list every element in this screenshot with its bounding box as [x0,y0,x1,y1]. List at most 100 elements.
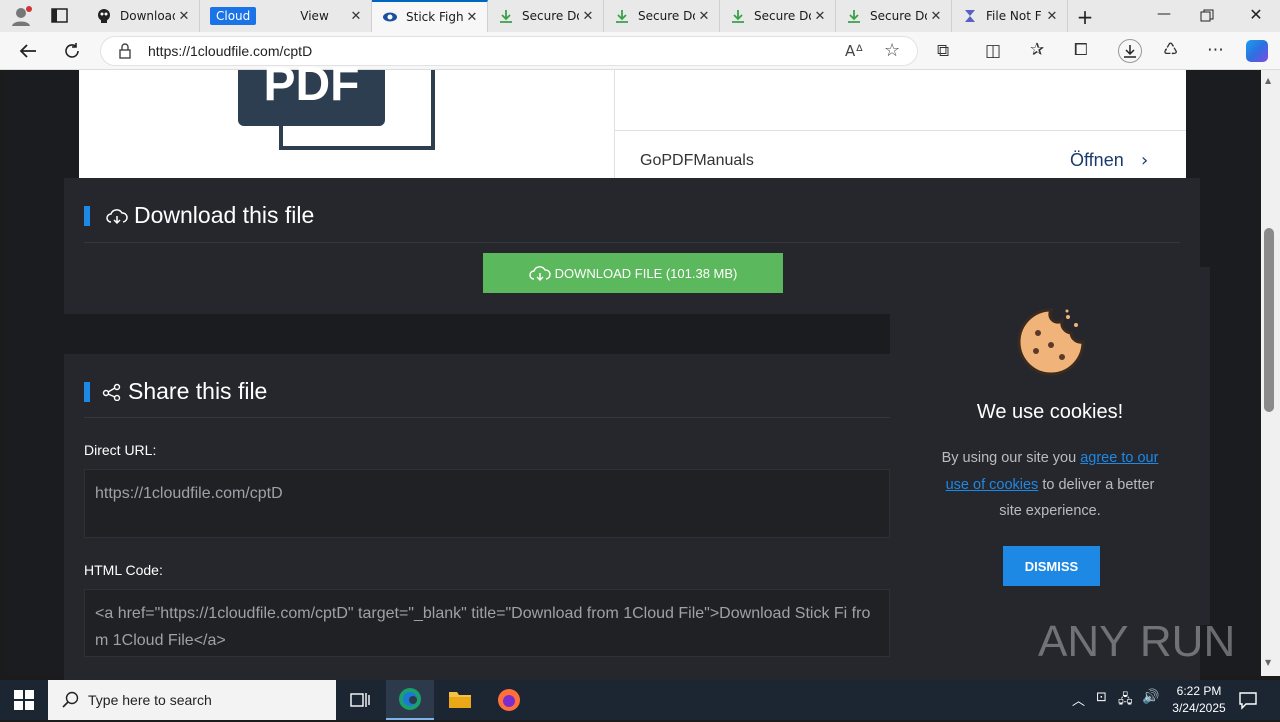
read-aloud-icon[interactable]: Aᐞ [845,42,863,60]
chevron-up-icon[interactable]: ︿ [1072,690,1085,709]
cloud-download-icon [106,208,128,224]
taskbar-search[interactable]: Type here to search [48,680,336,720]
ad-banner[interactable]: PDF GoPDFManuals Öffnen › [79,61,1186,178]
close-window-icon[interactable]: ✕ [1246,5,1266,25]
lock-icon[interactable] [118,43,132,59]
tab-title: Secure Do [522,9,579,23]
restore-icon[interactable] [1200,8,1220,28]
anyrun-watermark: ANY RUN [1038,617,1236,666]
dismiss-button[interactable]: DISMISS [1003,546,1100,586]
new-tab-icon[interactable]: + [1074,5,1096,29]
cookie-icon [1016,307,1086,377]
tab-title: Download [120,9,175,23]
file-explorer-icon[interactable] [448,689,472,709]
cookie-consent-popup: We use cookies! By using our site you ag… [890,267,1210,625]
ad-divider [614,70,615,178]
downloads-icon[interactable] [1118,39,1142,63]
search-icon [62,691,79,708]
ad-divider [615,130,1186,131]
search-placeholder: Type here to search [88,692,212,708]
tab-title: File Not F [986,9,1042,23]
refresh-icon[interactable] [58,38,86,64]
minimize-icon[interactable]: — [1154,6,1174,26]
tab-title: Secure Do [870,9,927,23]
download-icon [614,8,630,24]
share-title-text: Share this file [128,378,268,404]
clock-date: 3/24/2025 [1172,701,1226,715]
direct-url-field[interactable]: https://1cloudfile.com/cptD [84,469,890,538]
pdf-logo: PDF [238,61,385,126]
download-icon [730,8,746,24]
skull-icon [96,8,112,24]
share-section-title: Share this file [102,378,267,405]
section-accent-bar [84,382,90,402]
share-icon [102,383,121,401]
download-icon [498,8,514,24]
windows-start-icon[interactable] [14,690,34,710]
chevron-right-icon[interactable]: › [1141,150,1148,171]
copilot-icon[interactable] [1246,40,1268,62]
close-tab-icon[interactable]: ✕ [579,9,597,24]
device-icon[interactable]: ⊡ [1096,690,1107,705]
tab-secure-download[interactable]: Secure Do ✕ [720,0,836,32]
section-accent-bar [84,206,90,226]
eye-icon [382,9,398,25]
close-tab-icon[interactable]: ✕ [695,9,713,24]
tab-download[interactable]: Download ✕ [86,0,200,32]
performance-icon[interactable]: ♺ [1163,40,1178,60]
edge-taskbar-icon[interactable] [386,680,434,720]
collections-icon[interactable]: ⧠ [1074,40,1088,60]
split-screen-icon[interactable]: ◫ [985,41,1001,61]
close-tab-icon[interactable]: ✕ [1043,9,1061,24]
close-tab-icon[interactable]: ✕ [175,9,193,24]
direct-url-label: Direct URL: [84,442,157,458]
back-icon[interactable] [14,38,42,64]
scroll-down-icon[interactable]: ▼ [1265,658,1271,667]
tab-title: Secure Do [638,9,695,23]
close-tab-icon[interactable]: ✕ [347,9,365,24]
tab-file-not-found[interactable]: File Not F ✕ [952,0,1068,32]
close-tab-icon[interactable]: ✕ [463,10,481,25]
html-code-field[interactable]: <a href="https://1cloudfile.com/cptD" ta… [84,589,890,657]
volume-icon[interactable]: 🔊 [1142,689,1159,705]
notifications-icon[interactable] [1238,690,1258,710]
tab-stick-fight[interactable]: Stick Figh ✕ [372,0,488,32]
tab-secure-download[interactable]: Secure Do ✕ [836,0,952,32]
html-code-label: HTML Code: [84,562,163,578]
section-divider [84,242,1180,243]
download-title-text: Download this file [134,202,315,228]
profile-avatar-icon[interactable] [8,5,34,27]
section-divider [84,417,890,418]
task-view-icon[interactable] [350,690,370,710]
tab-actions-icon[interactable] [50,7,70,25]
ad-name: GoPDFManuals [640,152,754,169]
favorite-star-icon[interactable]: ☆ [884,40,900,61]
cookie-message: By using our site you agree to our use o… [934,445,1166,525]
download-button-label: DOWNLOAD FILE (101.38 MB) [554,265,738,281]
extensions-icon[interactable]: ⧉ [937,41,949,61]
ad-open-link[interactable]: Öffnen [1070,150,1124,171]
page-icon [962,8,978,24]
tab-cloud-view[interactable]: Cloud View ✕ [200,0,372,32]
cookie-title: We use cookies! [976,401,1124,423]
cloud-download-icon [528,266,551,281]
tab-secure-download[interactable]: Secure Do ✕ [488,0,604,32]
close-tab-icon[interactable]: ✕ [927,9,945,24]
more-menu-icon[interactable]: ⋯ [1207,40,1224,60]
favorites-icon[interactable]: ✰ [1030,40,1044,60]
tab-title: View [300,9,329,23]
cloud-badge: Cloud [210,7,257,25]
scroll-up-icon[interactable]: ▲ [1265,76,1271,85]
download-section-title: Download this file [106,202,314,229]
download-file-button[interactable]: DOWNLOAD FILE (101.38 MB) [483,253,783,293]
tab-strip: Download ✕ Cloud View ✕ Stick Figh ✕ Sec… [0,0,1280,32]
network-icon[interactable]: 🖧 [1118,690,1133,712]
firefox-icon[interactable] [497,688,521,712]
url-text[interactable]: https://1cloudfile.com/cptD [148,43,312,59]
tab-secure-download[interactable]: Secure Do ✕ [604,0,720,32]
close-tab-icon[interactable]: ✕ [811,9,829,24]
taskbar-clock[interactable]: 6:22 PM 3/24/2025 [1164,683,1234,717]
clock-time: 6:22 PM [1176,684,1222,698]
tab-title: Secure Do [754,9,811,23]
scrollbar-thumb[interactable] [1264,228,1274,412]
